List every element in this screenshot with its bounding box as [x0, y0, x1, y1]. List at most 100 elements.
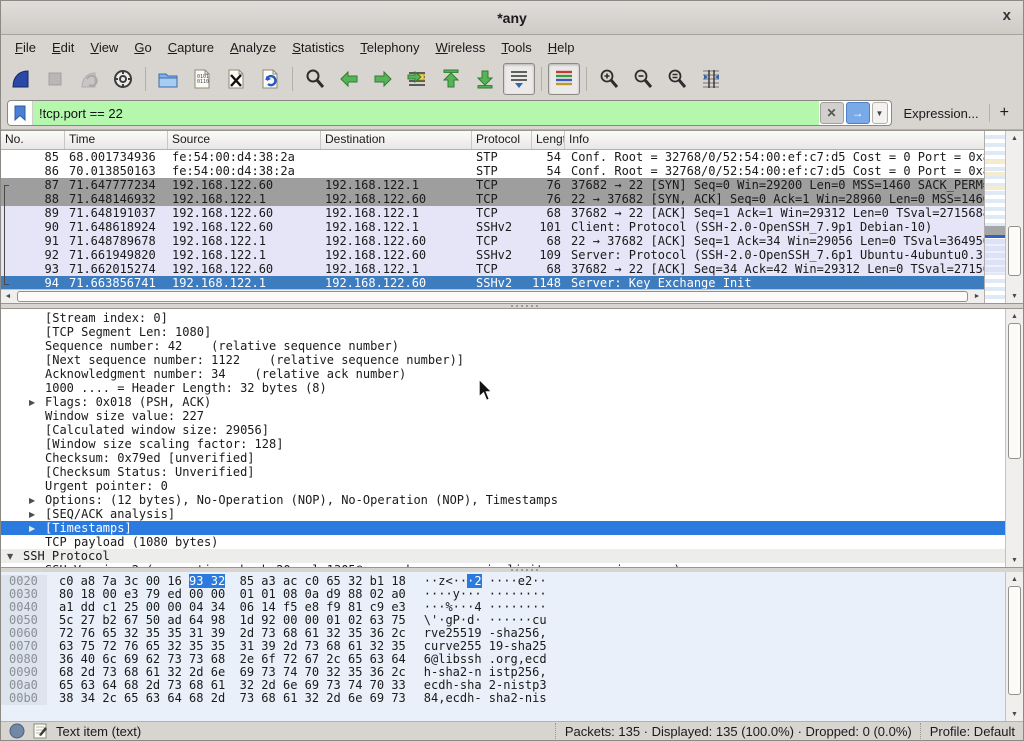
- detail-line[interactable]: ▼SSH Protocol: [1, 549, 1005, 563]
- packet-list-vscrollbar[interactable]: ▲ ▼: [1005, 131, 1023, 303]
- packet-row[interactable]: 87 71.647777234 192.168.122.60 192.168.1…: [1, 178, 984, 192]
- start-capture-icon[interactable]: [5, 63, 37, 95]
- packet-row[interactable]: 85 68.001734936 fe:54:00:d4:38:2a STP 54…: [1, 150, 984, 164]
- expander-icon[interactable]: ▶: [29, 510, 45, 519]
- find-packet-icon[interactable]: [299, 63, 331, 95]
- details-vscrollbar[interactable]: ▲ ▼: [1005, 309, 1023, 567]
- packet-row[interactable]: 94 71.663856741 192.168.122.1 192.168.12…: [1, 276, 984, 289]
- detail-line[interactable]: Acknowledgment number: 34 (relative ack …: [1, 367, 1005, 381]
- detail-line[interactable]: Sequence number: 42 (relative sequence n…: [1, 339, 1005, 353]
- vscroll-thumb[interactable]: [1008, 323, 1021, 459]
- restart-capture-icon[interactable]: [73, 63, 105, 95]
- resize-columns-icon[interactable]: [695, 63, 727, 95]
- menu-edit[interactable]: Edit: [44, 37, 82, 58]
- menu-statistics[interactable]: Statistics: [284, 37, 352, 58]
- vscroll-thumb[interactable]: [1008, 586, 1021, 695]
- close-icon[interactable]: x: [1003, 7, 1011, 24]
- scroll-up-icon[interactable]: ▲: [1006, 309, 1023, 323]
- profile[interactable]: Profile: Default: [930, 724, 1015, 739]
- capture-comment-icon[interactable]: [33, 723, 48, 739]
- go-back-icon[interactable]: [333, 63, 365, 95]
- scroll-left-icon[interactable]: ◄: [1, 290, 15, 303]
- scroll-right-icon[interactable]: ►: [970, 290, 984, 303]
- packet-row[interactable]: 93 71.662015274 192.168.122.60 192.168.1…: [1, 262, 984, 276]
- packet-row[interactable]: 88 71.648146932 192.168.122.1 192.168.12…: [1, 192, 984, 206]
- zoom-out-icon[interactable]: [627, 63, 659, 95]
- detail-line[interactable]: [Checksum Status: Unverified]: [1, 465, 1005, 479]
- hex-vscrollbar[interactable]: ▲ ▼: [1005, 572, 1023, 721]
- filter-input[interactable]: !tcp.port == 22: [33, 101, 819, 125]
- reload-file-icon[interactable]: [254, 63, 286, 95]
- scroll-down-icon[interactable]: ▼: [1006, 290, 1023, 303]
- menu-go[interactable]: Go: [126, 37, 159, 58]
- vscroll-thumb[interactable]: [1008, 226, 1021, 276]
- go-last-icon[interactable]: [469, 63, 501, 95]
- goto-packet-icon[interactable]: [401, 63, 433, 95]
- filter-clear-icon[interactable]: ✕: [820, 102, 844, 124]
- filter-dropdown-icon[interactable]: ▼: [872, 102, 888, 124]
- expander-icon[interactable]: ▶: [29, 524, 45, 533]
- detail-line[interactable]: TCP payload (1080 bytes): [1, 535, 1005, 549]
- capture-options-icon[interactable]: [107, 63, 139, 95]
- filter-apply-icon[interactable]: →: [846, 102, 870, 124]
- open-file-icon[interactable]: [152, 63, 184, 95]
- hex-row[interactable]: 00b038 34 2c 65 63 64 68 2d 73 68 61 32 …: [1, 692, 1005, 705]
- title-bar[interactable]: *any x: [1, 1, 1023, 35]
- menu-telephony[interactable]: Telephony: [352, 37, 427, 58]
- packet-row[interactable]: 90 71.648618924 192.168.122.60 192.168.1…: [1, 220, 984, 234]
- packet-row[interactable]: 89 71.648191037 192.168.122.60 192.168.1…: [1, 206, 984, 220]
- scroll-up-icon[interactable]: ▲: [1006, 131, 1023, 145]
- menu-help[interactable]: Help: [540, 37, 583, 58]
- colorize-icon[interactable]: [548, 63, 580, 95]
- column-destination[interactable]: Destination: [321, 131, 472, 149]
- packet-list-hscrollbar[interactable]: ◄ ►: [1, 289, 984, 303]
- detail-line[interactable]: ▶Flags: 0x018 (PSH, ACK): [1, 395, 1005, 409]
- save-file-icon[interactable]: 01010110: [186, 63, 218, 95]
- column-info[interactable]: Info: [565, 131, 984, 149]
- add-filter-button[interactable]: +: [989, 104, 1017, 122]
- scroll-down-icon[interactable]: ▼: [1006, 708, 1023, 721]
- detail-line[interactable]: 1000 .... = Header Length: 32 bytes (8): [1, 381, 1005, 395]
- expression-button[interactable]: Expression...: [892, 106, 989, 121]
- close-file-icon[interactable]: [220, 63, 252, 95]
- scroll-up-icon[interactable]: ▲: [1006, 572, 1023, 586]
- go-forward-icon[interactable]: [367, 63, 399, 95]
- intelligent-scrollbar-minimap[interactable]: [984, 131, 1005, 303]
- packet-row[interactable]: 92 71.661949820 192.168.122.1 192.168.12…: [1, 248, 984, 262]
- menu-capture[interactable]: Capture: [160, 37, 222, 58]
- detail-line[interactable]: [Calculated window size: 29056]: [1, 423, 1005, 437]
- detail-line[interactable]: Checksum: 0x79ed [unverified]: [1, 451, 1005, 465]
- stop-capture-icon[interactable]: [39, 63, 71, 95]
- menu-tools[interactable]: Tools: [493, 37, 539, 58]
- expander-icon[interactable]: ▶: [29, 566, 45, 568]
- column-no[interactable]: No.: [1, 131, 65, 149]
- packet-row[interactable]: 91 71.648789678 192.168.122.1 192.168.12…: [1, 234, 984, 248]
- zoom-original-icon[interactable]: [661, 63, 693, 95]
- detail-line[interactable]: [Next sequence number: 1122 (relative se…: [1, 353, 1005, 367]
- column-source[interactable]: Source: [168, 131, 321, 149]
- hscroll-thumb[interactable]: [17, 291, 968, 302]
- display-filter-field[interactable]: !tcp.port == 22 ✕ → ▼: [7, 100, 892, 126]
- scroll-down-icon[interactable]: ▼: [1006, 554, 1023, 567]
- detail-line[interactable]: ▶Options: (12 bytes), No-Operation (NOP)…: [1, 493, 1005, 507]
- zoom-in-icon[interactable]: [593, 63, 625, 95]
- menu-wireless[interactable]: Wireless: [428, 37, 494, 58]
- packet-row[interactable]: 86 70.013850163 fe:54:00:d4:38:2a STP 54…: [1, 164, 984, 178]
- column-time[interactable]: Time: [65, 131, 168, 149]
- detail-line[interactable]: ▶[Timestamps]: [1, 521, 1005, 535]
- expander-icon[interactable]: ▶: [29, 398, 45, 407]
- detail-line[interactable]: Window size value: 227: [1, 409, 1005, 423]
- menu-analyze[interactable]: Analyze: [222, 37, 284, 58]
- column-length[interactable]: Length: [532, 131, 565, 149]
- detail-line[interactable]: ▶SSH Version 2 (encryption:chacha20-poly…: [1, 563, 1005, 567]
- autoscroll-icon[interactable]: [503, 63, 535, 95]
- menu-file[interactable]: File: [7, 37, 44, 58]
- expander-icon[interactable]: ▶: [29, 496, 45, 505]
- column-protocol[interactable]: Protocol: [472, 131, 532, 149]
- detail-line[interactable]: ▶[SEQ/ACK analysis]: [1, 507, 1005, 521]
- detail-line[interactable]: [Stream index: 0]: [1, 311, 1005, 325]
- detail-line[interactable]: [Window size scaling factor: 128]: [1, 437, 1005, 451]
- detail-line[interactable]: [TCP Segment Len: 1080]: [1, 325, 1005, 339]
- expert-info-icon[interactable]: [9, 723, 25, 739]
- go-first-icon[interactable]: [435, 63, 467, 95]
